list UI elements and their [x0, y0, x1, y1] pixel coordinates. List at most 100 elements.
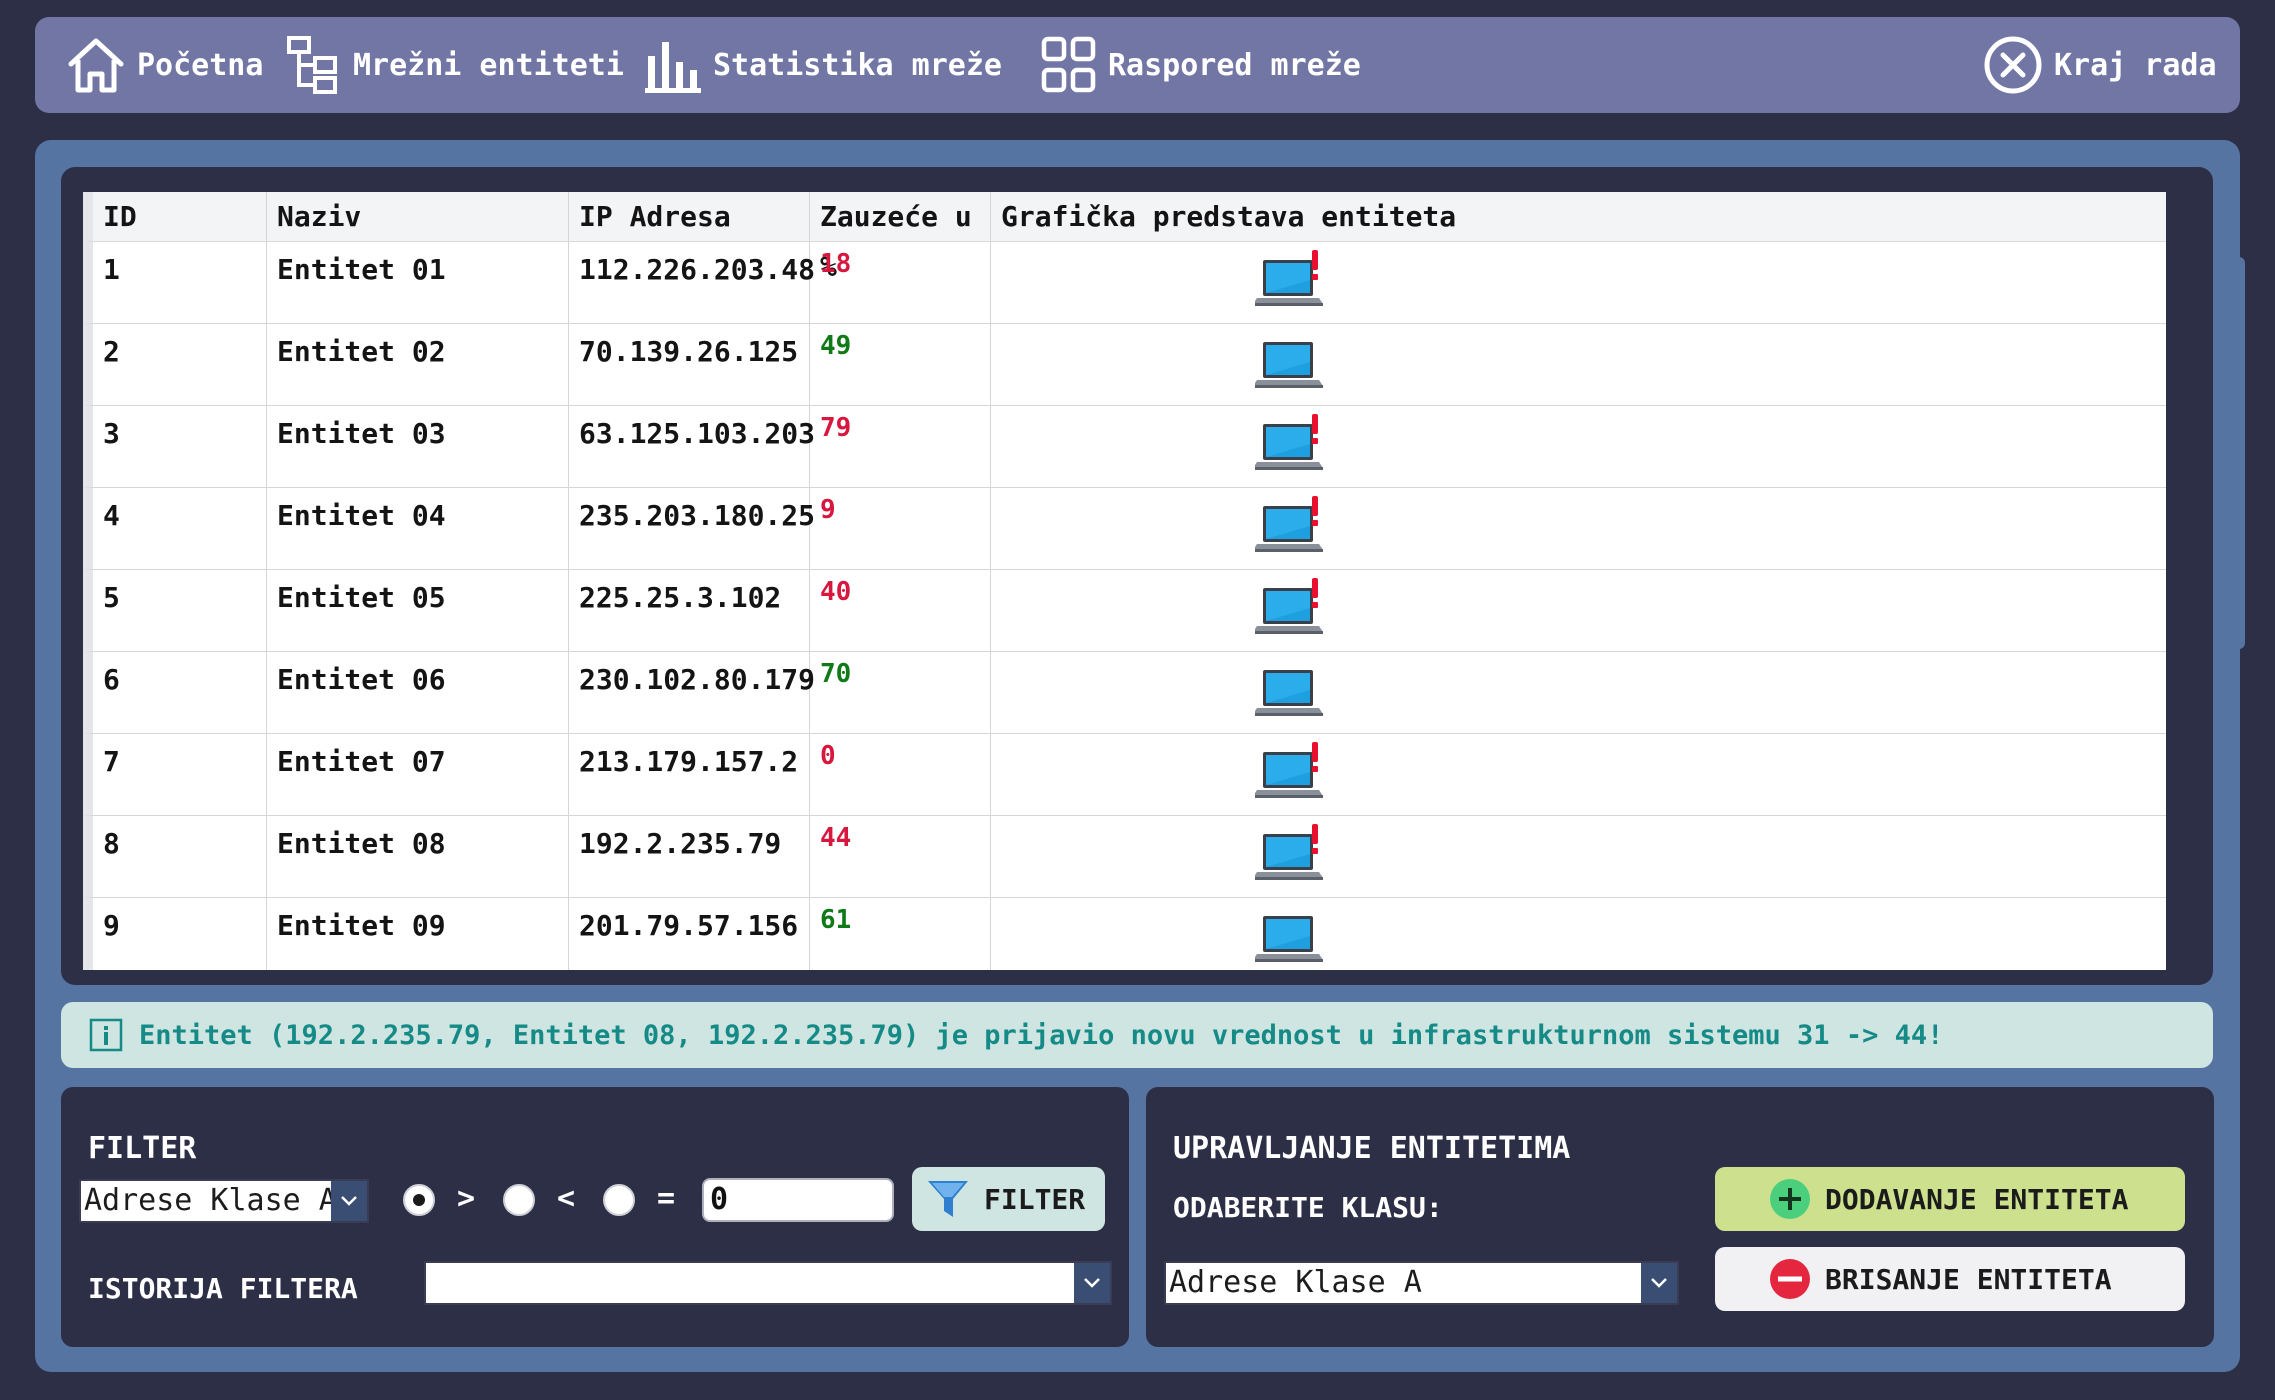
cell-name: Entitet 09	[267, 898, 569, 970]
tree-icon	[287, 36, 337, 94]
laptop-icon	[1255, 414, 1323, 470]
delete-entity-button[interactable]: BRISANJE ENTITETA	[1715, 1247, 2185, 1311]
filter-history-select[interactable]	[424, 1261, 1112, 1305]
cell-name: Entitet 07	[267, 734, 569, 815]
filter-panel: FILTER Adrese Klase A > < = 0 FILTER IST…	[61, 1087, 1129, 1347]
filter-history-label: ISTORIJA FILTERA	[88, 1272, 358, 1305]
table-scrollbar[interactable]	[2233, 257, 2245, 649]
cell-graphic	[991, 406, 2166, 487]
table-header: ID Naziv IP Adresa Zauzeće u % Grafička …	[83, 192, 2166, 283]
cell-id: 6	[93, 652, 267, 733]
filter-button[interactable]: FILTER	[912, 1167, 1105, 1231]
filter-title: FILTER	[88, 1131, 197, 1166]
cell-usage: 70	[810, 652, 991, 733]
cell-id: 7	[93, 734, 267, 815]
cell-id: 9	[93, 898, 267, 970]
nav-exit[interactable]: Kraj rada	[1982, 17, 2217, 113]
manage-panel: UPRAVLJANJE ENTITETIMA ODABERITE KLASU: …	[1146, 1087, 2214, 1347]
nav-home[interactable]: Početna	[65, 17, 263, 113]
top-navigation: Početna Mrežni entiteti Statistika mreže…	[35, 17, 2240, 113]
nav-stats-label: Statistika mreže	[713, 47, 1002, 83]
manage-title: UPRAVLJANJE ENTITETIMA	[1173, 1131, 1571, 1166]
filter-class-select[interactable]: Adrese Klase A	[79, 1179, 369, 1223]
cell-ip: 225.25.3.102	[569, 570, 810, 651]
nav-layout-label: Raspored mreže	[1108, 47, 1361, 83]
header-ip[interactable]: IP Adresa	[569, 192, 810, 241]
manage-class-value: Adrese Klase A	[1169, 1265, 1422, 1300]
nav-entities[interactable]: Mrežni entiteti	[285, 17, 624, 113]
cell-usage: 44	[810, 816, 991, 897]
chevron-down-icon[interactable]	[1074, 1263, 1110, 1303]
cell-name: Entitet 05	[267, 570, 569, 651]
cell-graphic	[991, 816, 2166, 897]
cell-graphic	[991, 570, 2166, 651]
cell-name: Entitet 02	[267, 324, 569, 405]
filter-value-input[interactable]: 0	[702, 1178, 894, 1222]
entity-table[interactable]: ID Naziv IP Adresa Zauzeće u % Grafička …	[83, 192, 2166, 970]
cell-graphic	[991, 898, 2166, 970]
cell-name: Entitet 04	[267, 488, 569, 569]
entity-grid-container: ID Naziv IP Adresa Zauzeće u % Grafička …	[61, 167, 2245, 985]
radio-greater[interactable]	[403, 1184, 435, 1216]
main-panel: ID Naziv IP Adresa Zauzeće u % Grafička …	[35, 140, 2245, 1372]
table-row[interactable]: 7 Entitet 07 213.179.157.2 0	[83, 734, 2166, 816]
funnel-icon	[928, 1181, 968, 1217]
home-icon	[68, 38, 124, 93]
cell-id: 2	[93, 324, 267, 405]
header-usage[interactable]: Zauzeće u %	[810, 192, 991, 283]
cell-graphic	[991, 324, 2166, 405]
add-entity-label: DODAVANJE ENTITETA	[1825, 1182, 2129, 1216]
plus-circle-icon	[1770, 1179, 1810, 1219]
cell-usage: 0	[810, 734, 991, 815]
radio-less-label: <	[557, 1181, 576, 1216]
nav-home-label: Početna	[137, 47, 264, 83]
table-row[interactable]: 9 Entitet 09 201.79.57.156 61	[83, 898, 2166, 970]
cell-name: Entitet 03	[267, 406, 569, 487]
info-icon	[89, 1018, 123, 1052]
table-row[interactable]: 3 Entitet 03 63.125.103.203 79	[83, 406, 2166, 488]
nav-layout[interactable]: Raspored mreže	[1040, 17, 1361, 113]
laptop-icon	[1255, 578, 1323, 634]
cell-ip: 213.179.157.2	[569, 734, 810, 815]
laptop-icon	[1255, 742, 1323, 798]
cell-id: 3	[93, 406, 267, 487]
cell-name: Entitet 08	[267, 816, 569, 897]
header-id[interactable]: ID	[93, 192, 267, 241]
header-name[interactable]: Naziv	[267, 192, 569, 241]
filter-button-label: FILTER	[984, 1182, 1086, 1216]
cell-ip: 235.203.180.25	[569, 488, 815, 569]
laptop-icon	[1255, 342, 1323, 388]
cell-ip: 70.139.26.125	[569, 324, 810, 405]
minus-circle-icon	[1770, 1259, 1810, 1299]
cell-graphic	[991, 242, 2166, 323]
radio-less[interactable]	[503, 1184, 535, 1216]
header-graphic[interactable]: Grafička predstava entiteta	[991, 192, 2166, 241]
laptop-icon	[1255, 824, 1323, 880]
table-row[interactable]: 4 Entitet 04 235.203.180.25 9	[83, 488, 2166, 570]
table-row[interactable]: 8 Entitet 08 192.2.235.79 44	[83, 816, 2166, 898]
cell-id: 4	[93, 488, 267, 569]
cell-name: Entitet 06	[267, 652, 569, 733]
laptop-icon	[1255, 250, 1323, 306]
cell-graphic	[991, 734, 2166, 815]
add-entity-button[interactable]: DODAVANJE ENTITETA	[1715, 1167, 2185, 1231]
cell-name: Entitet 01	[267, 242, 569, 323]
table-row[interactable]: 2 Entitet 02 70.139.26.125 49	[83, 324, 2166, 406]
nav-stats[interactable]: Statistika mreže	[645, 17, 1002, 113]
manage-class-select[interactable]: Adrese Klase A	[1164, 1261, 1679, 1305]
chevron-down-icon[interactable]	[1641, 1263, 1677, 1303]
close-circle-icon	[1984, 36, 2042, 94]
notification-bar: Entitet (192.2.235.79, Entitet 08, 192.2…	[61, 1002, 2213, 1068]
cell-id: 1	[93, 242, 267, 323]
chevron-down-icon[interactable]	[331, 1181, 367, 1221]
table-row[interactable]: 1 Entitet 01 112.226.203.48 18	[83, 242, 2166, 324]
cell-usage: 61	[810, 898, 991, 970]
grid-icon	[1041, 36, 1096, 93]
cell-usage: 9	[810, 488, 991, 569]
table-row[interactable]: 6 Entitet 06 230.102.80.179 70	[83, 652, 2166, 734]
radio-greater-label: >	[457, 1181, 476, 1216]
radio-equal[interactable]	[603, 1184, 635, 1216]
table-row[interactable]: 5 Entitet 05 225.25.3.102 40	[83, 570, 2166, 652]
cell-id: 5	[93, 570, 267, 651]
nav-exit-label: Kraj rada	[2054, 47, 2217, 83]
